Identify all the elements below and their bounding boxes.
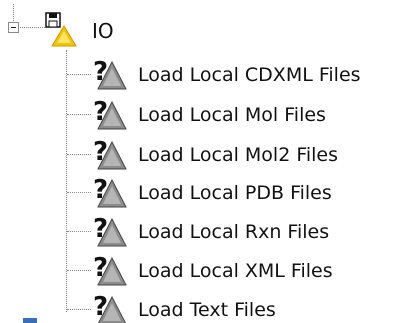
unknown-file-icon: ? — [93, 292, 127, 323]
unknown-file-icon: ? — [93, 57, 127, 90]
tree-item-label: Load Local Mol Files — [138, 104, 326, 126]
unknown-file-icon: ? — [93, 253, 127, 286]
tree-item[interactable]: ? Load Local PDB Files — [66, 174, 396, 210]
svg-text:?: ? — [93, 292, 108, 322]
svg-text:?: ? — [93, 137, 108, 167]
unknown-file-icon: ? — [93, 175, 127, 208]
tree-connector-item — [67, 270, 91, 271]
svg-text:?: ? — [93, 97, 108, 127]
tree-item-label: Load Local PDB Files — [138, 182, 332, 204]
tree-item-label: Load Local Rxn Files — [138, 221, 330, 243]
tree-root-label[interactable]: IO — [92, 19, 114, 43]
tree-connector-item — [67, 114, 91, 115]
tree-item[interactable]: ? Load Local Rxn Files — [66, 213, 396, 249]
tree-item[interactable]: ? Load Local Mol Files — [66, 96, 396, 132]
unknown-file-icon: ? — [93, 137, 127, 170]
svg-text:?: ? — [93, 253, 108, 283]
collapse-toggle[interactable] — [8, 22, 19, 33]
tree-connector-root — [20, 27, 45, 28]
tree-connector-item — [67, 154, 91, 155]
tree-connector-item — [67, 231, 91, 232]
tree-item-label: Load Text Files — [138, 299, 276, 321]
unknown-file-icon: ? — [93, 214, 127, 247]
partial-item-edge — [23, 318, 37, 323]
tree-item-label: Load Local CDXML Files — [138, 64, 361, 86]
tree-item[interactable]: ? Load Local CDXML Files — [66, 56, 396, 92]
tree-connector-item — [67, 74, 91, 75]
svg-text:?: ? — [93, 175, 108, 205]
tree-view: IO ? Load Local CDXML Files? Load Local Mo… — [0, 0, 401, 323]
svg-text:?: ? — [93, 57, 108, 87]
unknown-file-icon: ? — [93, 97, 127, 130]
floppy-warning-icon — [45, 12, 77, 47]
tree-connector-top — [13, 4, 15, 21]
svg-text:?: ? — [93, 214, 108, 244]
tree-item-label: Load Local XML Files — [138, 260, 333, 282]
tree-connector-item — [67, 309, 91, 310]
tree-connector-item — [67, 192, 91, 193]
tree-item[interactable]: ? Load Local Mol2 Files — [66, 136, 396, 172]
tree-item[interactable]: ? Load Local XML Files — [66, 252, 396, 288]
tree-item[interactable]: ? Load Text Files — [66, 291, 396, 323]
tree-item-label: Load Local Mol2 Files — [138, 144, 339, 166]
